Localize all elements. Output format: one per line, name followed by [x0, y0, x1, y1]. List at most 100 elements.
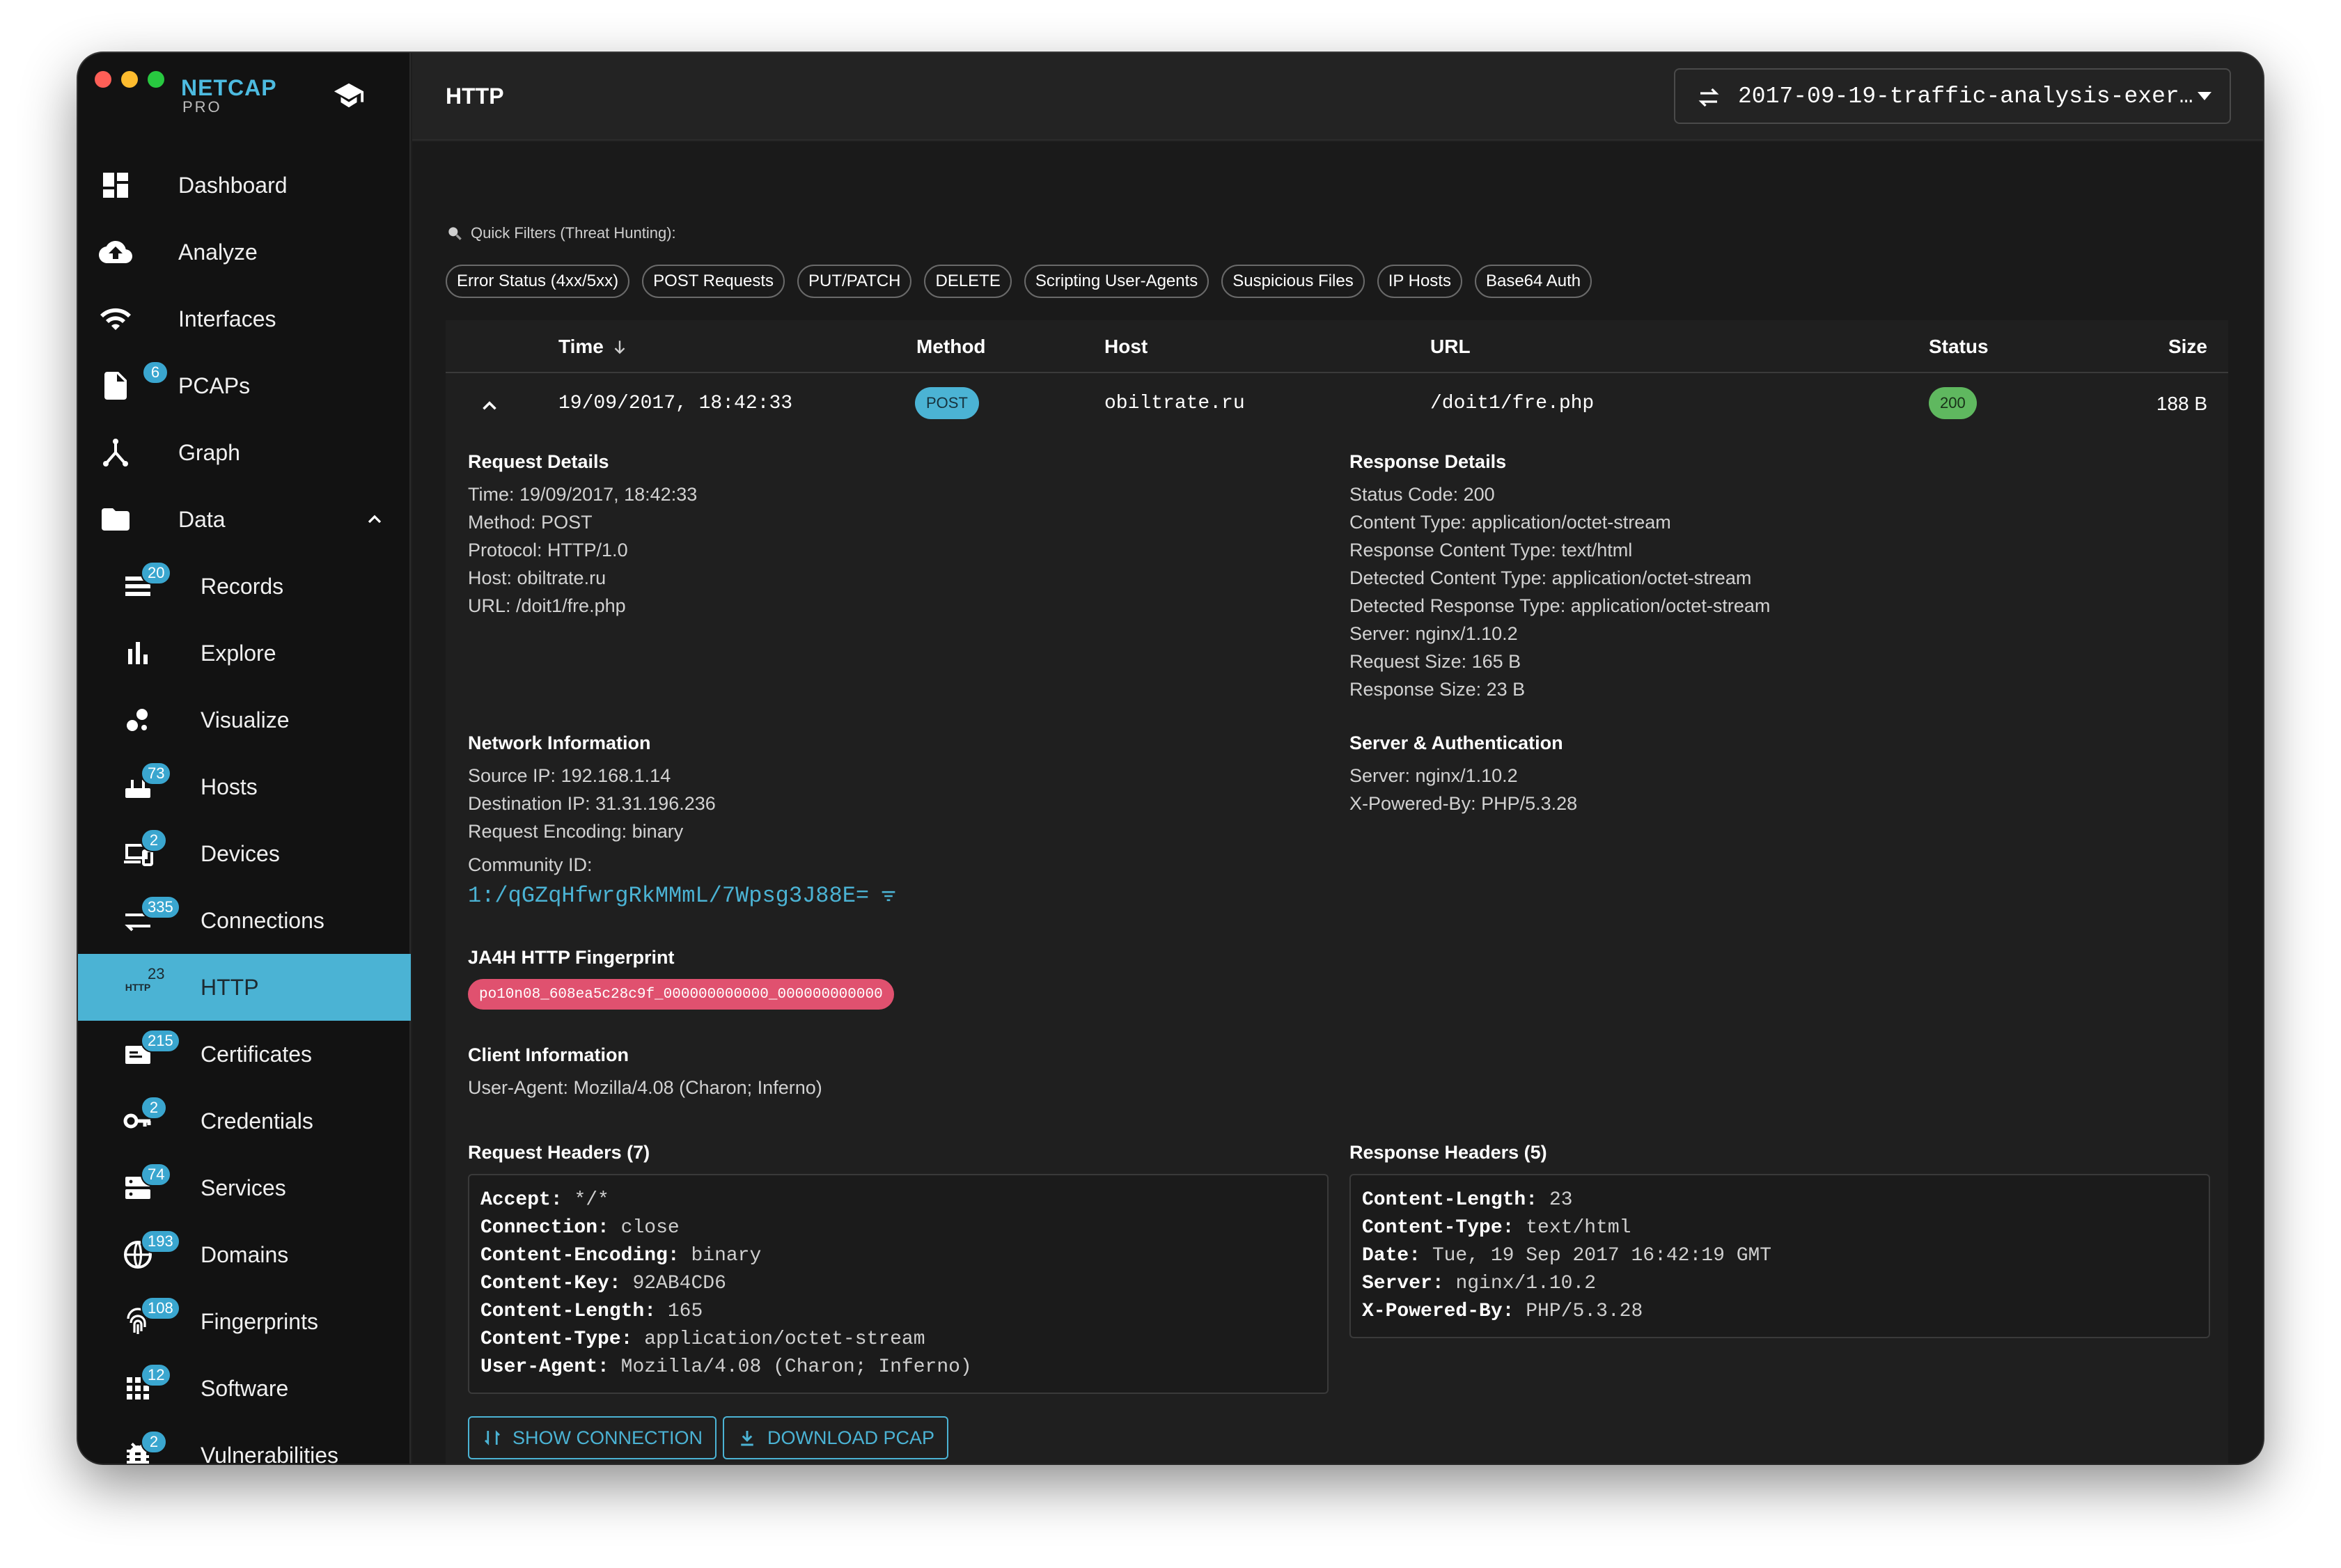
- filter-chip-error-status[interactable]: Error Status (4xx/5xx): [446, 265, 630, 298]
- bubbles-icon: [127, 709, 148, 731]
- sidebar-item-certificates[interactable]: 215 Certificates: [78, 1021, 411, 1088]
- server-auth-list: Server: nginx/1.10.2 X-Powered-By: PHP/5…: [1349, 762, 1577, 817]
- sidebar-item-vulnerabilities[interactable]: 2 Vulnerabilities: [78, 1422, 411, 1464]
- brand-name: NETCAP: [181, 75, 277, 100]
- header-value: PHP/5.3.28: [1526, 1301, 1643, 1322]
- header-key: X-Powered-By:: [1362, 1301, 1514, 1322]
- network-info-line: Request Encoding: binary: [468, 821, 684, 842]
- community-id-link[interactable]: 1:/qGZqHfwrgRkMMmL/7Wpsg3J88E=: [468, 883, 898, 909]
- table-row[interactable]: 19/09/2017, 18:42:33 POST obiltrate.ru /…: [446, 375, 2228, 437]
- sidebar-item-connections[interactable]: 335 Connections: [78, 887, 411, 954]
- filter-chip-post-requests[interactable]: POST Requests: [642, 265, 785, 298]
- sidebar-item-records[interactable]: 20 Records: [78, 553, 411, 620]
- filter-chip-base64-auth[interactable]: Base64 Auth: [1474, 265, 1592, 298]
- sidebar-item-pcaps[interactable]: 6 PCAPs: [78, 352, 411, 419]
- connections-count-badge: 335: [141, 895, 180, 919]
- request-details-list: Time: 19/09/2017, 18:42:33 Method: POST …: [468, 480, 697, 620]
- show-connection-button[interactable]: SHOW CONNECTION: [468, 1416, 717, 1459]
- header-value: close: [620, 1217, 680, 1239]
- graduation-cap-icon[interactable]: [333, 79, 365, 111]
- header-key: Content-Type:: [480, 1328, 633, 1350]
- header-value: 165: [667, 1301, 703, 1322]
- top-bar: HTTP 2017-09-19-traffic-analysis-exer…: [412, 53, 2263, 141]
- header-line: Content-Encoding: binary: [480, 1242, 1316, 1270]
- sidebar-item-label: PCAPs: [178, 373, 251, 398]
- response-detail-line: Detected Response Type: application/octe…: [1349, 595, 1771, 616]
- sidebar-item-devices[interactable]: 2 Devices: [78, 820, 411, 887]
- column-header-host[interactable]: Host: [1104, 336, 1148, 358]
- download-icon: [741, 1431, 753, 1446]
- network-info-title: Network Information: [468, 732, 651, 753]
- column-header-time[interactable]: Time: [558, 336, 629, 358]
- cloud-upload-icon: [99, 241, 132, 263]
- maximize-window-button[interactable]: [148, 71, 164, 88]
- header-line: Connection: close: [480, 1214, 1316, 1242]
- sidebar-item-hosts[interactable]: 73 Hosts: [78, 753, 411, 820]
- chevron-up-icon[interactable]: [478, 394, 501, 418]
- bar-chart-icon: [128, 642, 148, 664]
- sidebar-item-dashboard[interactable]: Dashboard: [78, 152, 411, 219]
- request-headers-box: Accept: */* Connection: close Content-En…: [468, 1174, 1329, 1394]
- sidebar-item-domains[interactable]: 193 Domains: [78, 1221, 411, 1288]
- filter-chip-scripting-user-agents[interactable]: Scripting User-Agents: [1024, 265, 1209, 298]
- response-detail-line: Request Size: 165 B: [1349, 651, 1521, 672]
- request-headers-title: Request Headers (7): [468, 1142, 650, 1163]
- show-connection-label: SHOW CONNECTION: [512, 1427, 703, 1448]
- filter-icon[interactable]: [879, 886, 898, 906]
- sidebar-item-services[interactable]: 74 Services: [78, 1154, 411, 1221]
- http-count-badge: 23: [148, 965, 165, 982]
- sidebar-item-credentials[interactable]: 2 Credentials: [78, 1088, 411, 1154]
- header-value: 23: [1549, 1189, 1573, 1211]
- header-key: Server:: [1362, 1273, 1444, 1294]
- sidebar-item-label: HTTP: [201, 974, 259, 1000]
- request-detail-line: URL: /doit1/fre.php: [468, 595, 626, 616]
- sidebar-item-label: Data: [178, 506, 226, 532]
- sidebar-item-label: Devices: [201, 840, 280, 866]
- services-count-badge: 74: [141, 1163, 172, 1186]
- sidebar-item-interfaces[interactable]: Interfaces: [78, 285, 411, 352]
- sidebar-item-graph[interactable]: Graph: [78, 419, 411, 486]
- devices-count-badge: 2: [141, 829, 167, 852]
- sidebar-item-label: Hosts: [201, 774, 258, 799]
- sidebar-item-fingerprints[interactable]: 108 Fingerprints: [78, 1288, 411, 1355]
- minimize-window-button[interactable]: [121, 71, 138, 88]
- header-key: Content-Length:: [480, 1301, 657, 1322]
- pcap-file-selector[interactable]: 2017-09-19-traffic-analysis-exer…: [1674, 68, 2231, 124]
- column-header-method[interactable]: Method: [916, 336, 986, 358]
- ja4h-fingerprint-chip[interactable]: po10n08_608ea5c28c9f_000000000000_000000…: [468, 979, 894, 1010]
- request-detail-line: Host: obiltrate.ru: [468, 567, 606, 588]
- sidebar-item-visualize[interactable]: Visualize: [78, 687, 411, 753]
- column-header-status[interactable]: Status: [1929, 336, 1989, 358]
- header-key: Connection:: [480, 1217, 609, 1239]
- sidebar-item-explore[interactable]: Explore: [78, 620, 411, 687]
- file-icon: [104, 372, 127, 400]
- column-header-url[interactable]: URL: [1430, 336, 1471, 358]
- sidebar-item-label: Dashboard: [178, 172, 288, 198]
- wifi-icon: [100, 308, 131, 330]
- header-line: Accept: */*: [480, 1186, 1316, 1214]
- sidebar-item-http[interactable]: HTTP 23 HTTP: [78, 954, 411, 1021]
- hosts-count-badge: 73: [141, 762, 172, 785]
- filter-chip-ip-hosts[interactable]: IP Hosts: [1377, 265, 1462, 298]
- header-value: Mozilla/4.08 (Charon; Inferno): [620, 1356, 972, 1378]
- records-count-badge: 20: [141, 561, 172, 585]
- server-auth-line: Server: nginx/1.10.2: [1349, 765, 1518, 786]
- header-value: nginx/1.10.2: [1455, 1273, 1597, 1294]
- folder-icon: [102, 508, 130, 531]
- response-details-title: Response Details: [1349, 451, 1507, 472]
- filter-chip-delete[interactable]: DELETE: [924, 265, 1012, 298]
- client-info-title: Client Information: [468, 1044, 629, 1065]
- server-auth-line: X-Powered-By: PHP/5.3.28: [1349, 793, 1578, 814]
- request-detail-line: Method: POST: [468, 512, 593, 533]
- graph-icon: [103, 439, 128, 467]
- chevron-up-icon[interactable]: [363, 508, 386, 531]
- filter-chip-put-patch[interactable]: PUT/PATCH: [797, 265, 912, 298]
- connection-icon: [485, 1430, 500, 1445]
- sidebar-item-software[interactable]: 12 Software: [78, 1355, 411, 1422]
- column-header-size[interactable]: Size: [2168, 336, 2207, 358]
- filter-chip-suspicious-files[interactable]: Suspicious Files: [1221, 265, 1365, 298]
- sidebar-item-data[interactable]: Data: [78, 486, 411, 553]
- sidebar-item-analyze[interactable]: Analyze: [78, 219, 411, 285]
- download-pcap-button[interactable]: DOWNLOAD PCAP: [723, 1416, 949, 1459]
- close-window-button[interactable]: [95, 71, 111, 88]
